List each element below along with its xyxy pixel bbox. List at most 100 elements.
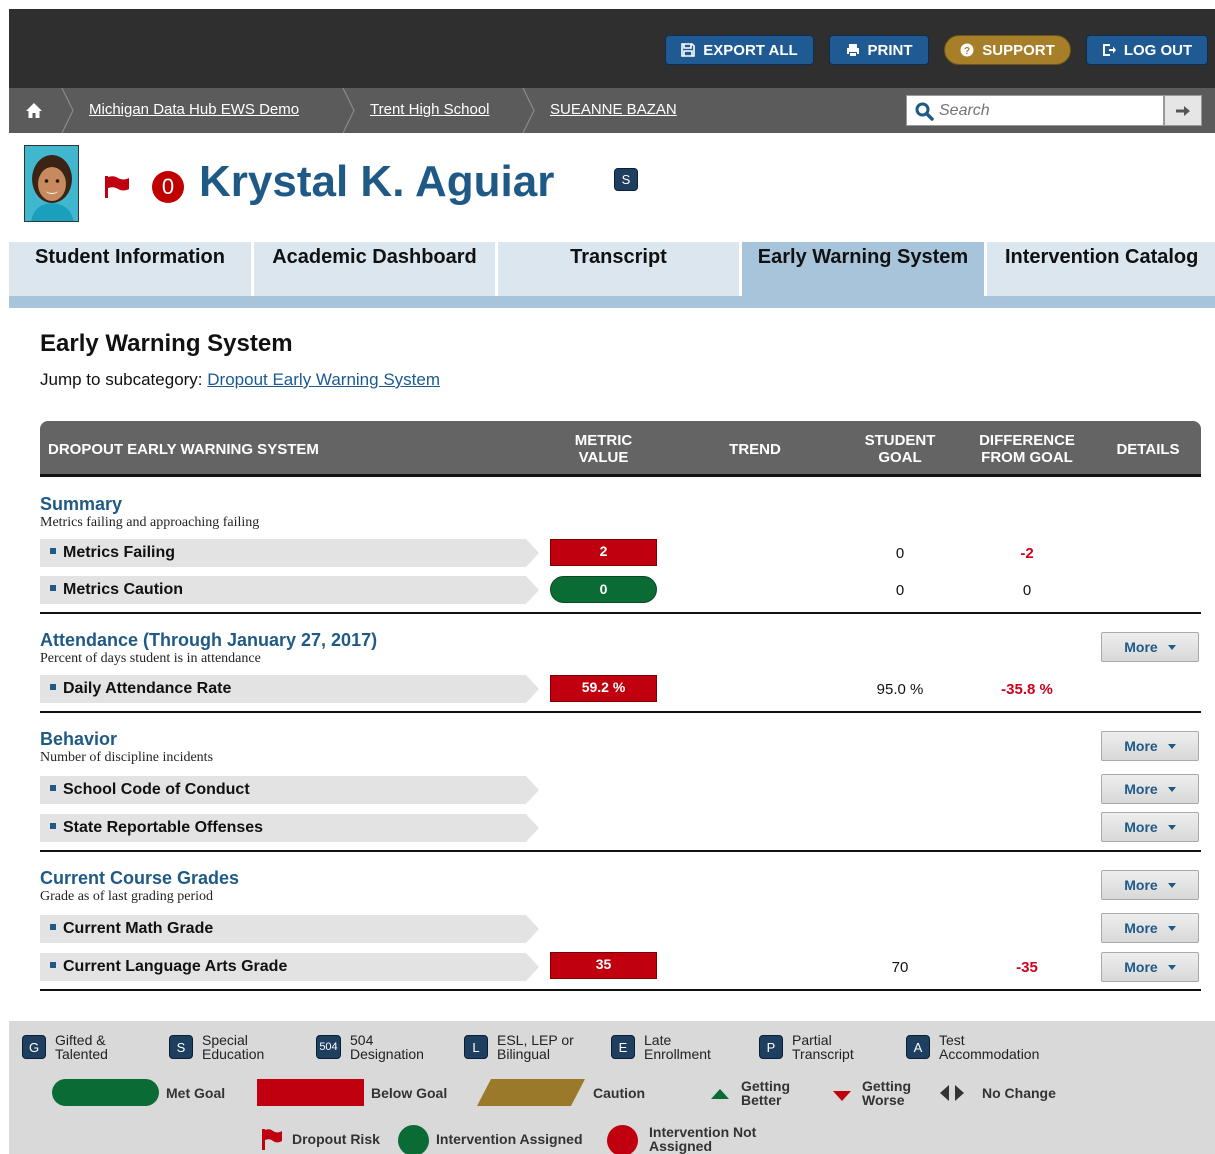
legend-line: Education xyxy=(202,1046,265,1062)
metric-row-daily-attendance-rate: Daily Attendance Rate xyxy=(40,675,540,703)
metric-row-metrics-failing: Metrics Failing xyxy=(40,539,540,567)
language-arts-more-button[interactable]: More xyxy=(1101,952,1199,982)
group-desc-attendance: Percent of days student is in attendance xyxy=(40,651,261,666)
legend-met-goal-label: Met Goal xyxy=(166,1085,226,1101)
metric-name: School Code of Conduct xyxy=(63,781,250,798)
metric-label: Current Math Grade xyxy=(50,920,213,938)
late-enrollment-badge-icon: E xyxy=(611,1035,635,1059)
tab-label: Transcript xyxy=(570,246,667,268)
bullet-icon xyxy=(50,547,56,554)
metric-name: Current Language Arts Grade xyxy=(63,958,288,975)
metric-value-met-goal: 0 xyxy=(550,576,657,603)
caution-swatch xyxy=(477,1079,585,1106)
header-goal-line2: GOAL xyxy=(878,449,922,466)
legend-test-accommodation-label: Test Accommodation xyxy=(939,1033,1039,1061)
legend-line: Test xyxy=(939,1032,965,1048)
tab-label: Intervention Catalog xyxy=(1005,246,1199,268)
legend-intervention-not-assigned-label: Intervention Not Assigned xyxy=(649,1125,756,1153)
student-photo xyxy=(24,145,79,222)
bullet-icon xyxy=(50,683,56,690)
breadcrumb-teacher[interactable]: SUEANNE BAZAN xyxy=(550,101,677,118)
metric-row-state-reportable-offenses: State Reportable Offenses xyxy=(40,814,540,842)
legend-no-change-label: No Change xyxy=(982,1085,1056,1101)
jump-link-dropout-ews[interactable]: Dropout Early Warning System xyxy=(207,370,440,389)
metric-label: Metrics Caution xyxy=(50,581,183,599)
504-badge-icon: 504 xyxy=(316,1035,341,1059)
breadcrumb-district[interactable]: Michigan Data Hub EWS Demo xyxy=(89,101,299,118)
bullet-icon xyxy=(50,822,56,829)
tab-transcript[interactable]: Transcript xyxy=(498,242,742,296)
more-label: More xyxy=(1124,959,1158,975)
group-title-behavior: Behavior xyxy=(40,729,118,749)
difference-from-goal: -35.8 % xyxy=(1001,681,1053,698)
metric-name: State Reportable Offenses xyxy=(63,819,264,836)
behavior-more-button[interactable]: More xyxy=(1101,731,1199,761)
table-header: DROPOUT EARLY WARNING SYSTEM METRIC VALU… xyxy=(40,421,1201,477)
metric-label: State Reportable Offenses xyxy=(50,819,263,837)
page-title: Early Warning System xyxy=(40,330,293,357)
metric-row-current-language-arts-grade: Current Language Arts Grade xyxy=(40,953,540,981)
student-goal-value: 0 xyxy=(895,582,905,599)
export-all-button[interactable]: EXPORT ALL xyxy=(665,35,814,65)
metric-row-school-code-of-conduct: School Code of Conduct xyxy=(40,776,540,804)
metric-name: Metrics Failing xyxy=(63,544,176,561)
partial-transcript-badge-icon: P xyxy=(759,1035,783,1059)
logout-label: LOG OUT xyxy=(1123,41,1193,59)
legend-line: Talented xyxy=(55,1046,108,1062)
attendance-more-button[interactable]: More xyxy=(1101,632,1199,662)
support-button[interactable]: ? SUPPORT xyxy=(944,35,1071,65)
group-divider xyxy=(40,612,1201,614)
legend-special-education-label: Special Education xyxy=(202,1033,264,1061)
search-input[interactable] xyxy=(939,101,1159,121)
legend-line: Bilingual xyxy=(497,1046,550,1062)
legend-getting-better-label: Getting Better xyxy=(741,1079,790,1107)
metric-label: Current Language Arts Grade xyxy=(50,958,287,976)
legend-line: ESL, LEP or xyxy=(497,1032,574,1048)
state-offenses-more-button[interactable]: More xyxy=(1101,812,1199,842)
tab-bar: Student Information Academic Dashboard T… xyxy=(9,242,1215,308)
legend-line: Getting xyxy=(862,1078,911,1094)
caret-down-icon xyxy=(1167,964,1176,970)
print-button[interactable]: PRINT xyxy=(829,35,929,65)
legend-line: Getting xyxy=(741,1078,790,1094)
logout-button[interactable]: LOG OUT xyxy=(1086,35,1208,65)
header-student-goal: STUDENT GOAL xyxy=(850,432,950,466)
legend-caution-label: Caution xyxy=(593,1085,646,1101)
chevron-right-icon xyxy=(61,88,74,133)
metric-value-below-goal: 59.2 % xyxy=(550,675,657,702)
legend-line: Intervention Not xyxy=(649,1124,757,1140)
home-icon[interactable] xyxy=(25,102,43,119)
math-grade-more-button[interactable]: More xyxy=(1101,913,1199,943)
more-label: More xyxy=(1124,738,1158,754)
tab-academic-dashboard[interactable]: Academic Dashboard xyxy=(254,242,498,296)
top-toolbar: EXPORT ALL PRINT ? SUPPORT LOG OUT xyxy=(9,9,1215,88)
metric-label: Daily Attendance Rate xyxy=(50,680,231,698)
more-label: More xyxy=(1124,639,1158,655)
metric-name: Current Math Grade xyxy=(63,920,214,937)
search-submit-button[interactable] xyxy=(1164,95,1202,126)
school-code-more-button[interactable]: More xyxy=(1101,774,1199,804)
tab-intervention-catalog[interactable]: Intervention Catalog xyxy=(987,242,1215,296)
getting-worse-triangle-icon xyxy=(833,1091,851,1101)
group-divider xyxy=(40,850,1201,852)
header-diff-line1: DIFFERENCE xyxy=(979,432,1075,449)
chevron-right-icon xyxy=(342,88,355,133)
legend-dropout-risk-label: Dropout Risk xyxy=(292,1131,380,1147)
flag-count-badge: 0 xyxy=(152,171,184,203)
tab-early-warning-system[interactable]: Early Warning System xyxy=(742,242,987,296)
legend-gifted-label: Gifted & Talented xyxy=(55,1033,108,1061)
metric-name: Daily Attendance Rate xyxy=(63,680,232,697)
metric-value-below-goal: 2 xyxy=(550,539,657,566)
gifted-badge-icon: G xyxy=(22,1035,46,1059)
header-difference: DIFFERENCE FROM GOAL xyxy=(967,432,1087,466)
tab-label: Early Warning System xyxy=(757,246,969,268)
tab-student-information[interactable]: Student Information xyxy=(9,242,254,296)
legend-late-enrollment-label: Late Enrollment xyxy=(644,1033,711,1061)
legend-line: Assigned xyxy=(649,1138,713,1154)
difference-from-goal: -35 xyxy=(1016,959,1038,976)
more-label: More xyxy=(1124,819,1158,835)
grades-more-button[interactable]: More xyxy=(1101,870,1199,900)
group-desc-behavior: Number of discipline incidents xyxy=(40,750,214,765)
metric-value-below-goal: 35 xyxy=(550,952,657,979)
breadcrumb-school[interactable]: Trent High School xyxy=(370,101,490,118)
